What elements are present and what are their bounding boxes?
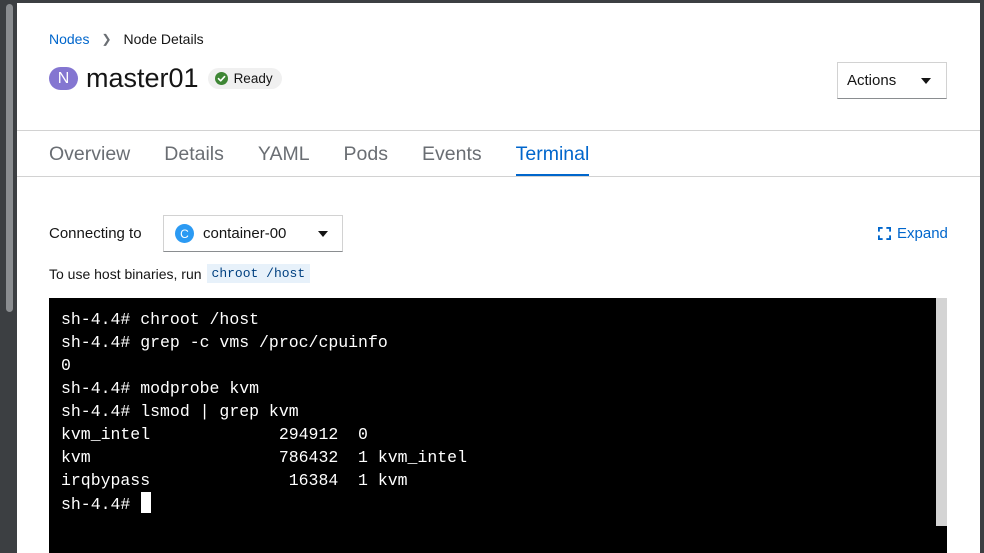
hint-text: To use host binaries, run <box>49 265 202 282</box>
caret-down-icon <box>921 77 931 84</box>
terminal-line: kvm_intel 294912 0 <box>61 425 368 444</box>
expand-icon <box>878 227 891 240</box>
terminal-output: sh-4.4# chroot /host sh-4.4# grep -c vms … <box>61 308 467 515</box>
chevron-right-icon: ❯ <box>101 32 112 46</box>
tabs-divider <box>17 176 980 177</box>
tab-bar: Overview Details YAML Pods Events Termin… <box>49 131 623 177</box>
expand-label: Expand <box>897 225 948 242</box>
tab-events[interactable]: Events <box>422 131 482 177</box>
terminal-line: sh-4.4# chroot /host <box>61 310 260 329</box>
terminal-line: sh-4.4# grep -c vms /proc/cpuinfo <box>61 333 388 352</box>
page-scrollbar[interactable] <box>0 0 16 553</box>
node-details-page: Nodes ❯ Node Details N master01 Ready Ac… <box>17 3 980 553</box>
terminal[interactable]: sh-4.4# chroot /host sh-4.4# grep -c vms … <box>49 298 947 553</box>
tab-details[interactable]: Details <box>164 131 224 177</box>
hint-command: chroot /host <box>206 264 311 283</box>
terminal-line: kvm 786432 1 kvm_intel <box>61 448 467 467</box>
container-select[interactable]: C container-00 <box>163 215 343 252</box>
page-title: master01 <box>86 63 199 93</box>
terminal-line: irqbypass 16384 1 kvm <box>61 471 408 490</box>
breadcrumb: Nodes ❯ Node Details <box>49 31 204 47</box>
tab-overview[interactable]: Overview <box>49 131 130 177</box>
check-circle-icon <box>214 72 228 85</box>
terminal-line: sh-4.4# <box>61 492 467 515</box>
actions-label: Actions <box>847 72 897 89</box>
breadcrumb-nodes-link[interactable]: Nodes <box>49 31 89 47</box>
terminal-scrollbar[interactable] <box>936 298 947 526</box>
caret-down-icon <box>318 230 328 237</box>
breadcrumb-current: Node Details <box>123 31 204 47</box>
tab-pods[interactable]: Pods <box>344 131 388 177</box>
status-badge: Ready <box>207 68 282 89</box>
terminal-line: sh-4.4# lsmod | grep kvm <box>61 402 299 421</box>
tab-terminal[interactable]: Terminal <box>515 131 589 177</box>
connecting-to-label: Connecting to <box>49 225 142 242</box>
page-scrollbar-thumb[interactable] <box>6 4 13 312</box>
container-resource-badge: C <box>175 224 194 243</box>
expand-button[interactable]: Expand <box>878 225 948 242</box>
actions-dropdown[interactable]: Actions <box>837 62 947 99</box>
node-resource-badge: N <box>49 67 78 90</box>
container-select-value: container-00 <box>203 225 287 242</box>
terminal-line: 0 <box>61 356 71 375</box>
status-text: Ready <box>233 71 273 86</box>
terminal-cursor <box>141 492 152 513</box>
terminal-line: sh-4.4# modprobe kvm <box>61 379 260 398</box>
page-title-row: N master01 Ready <box>49 63 282 94</box>
host-binaries-hint: To use host binaries, run chroot /host <box>49 264 311 283</box>
tab-yaml[interactable]: YAML <box>258 131 310 177</box>
